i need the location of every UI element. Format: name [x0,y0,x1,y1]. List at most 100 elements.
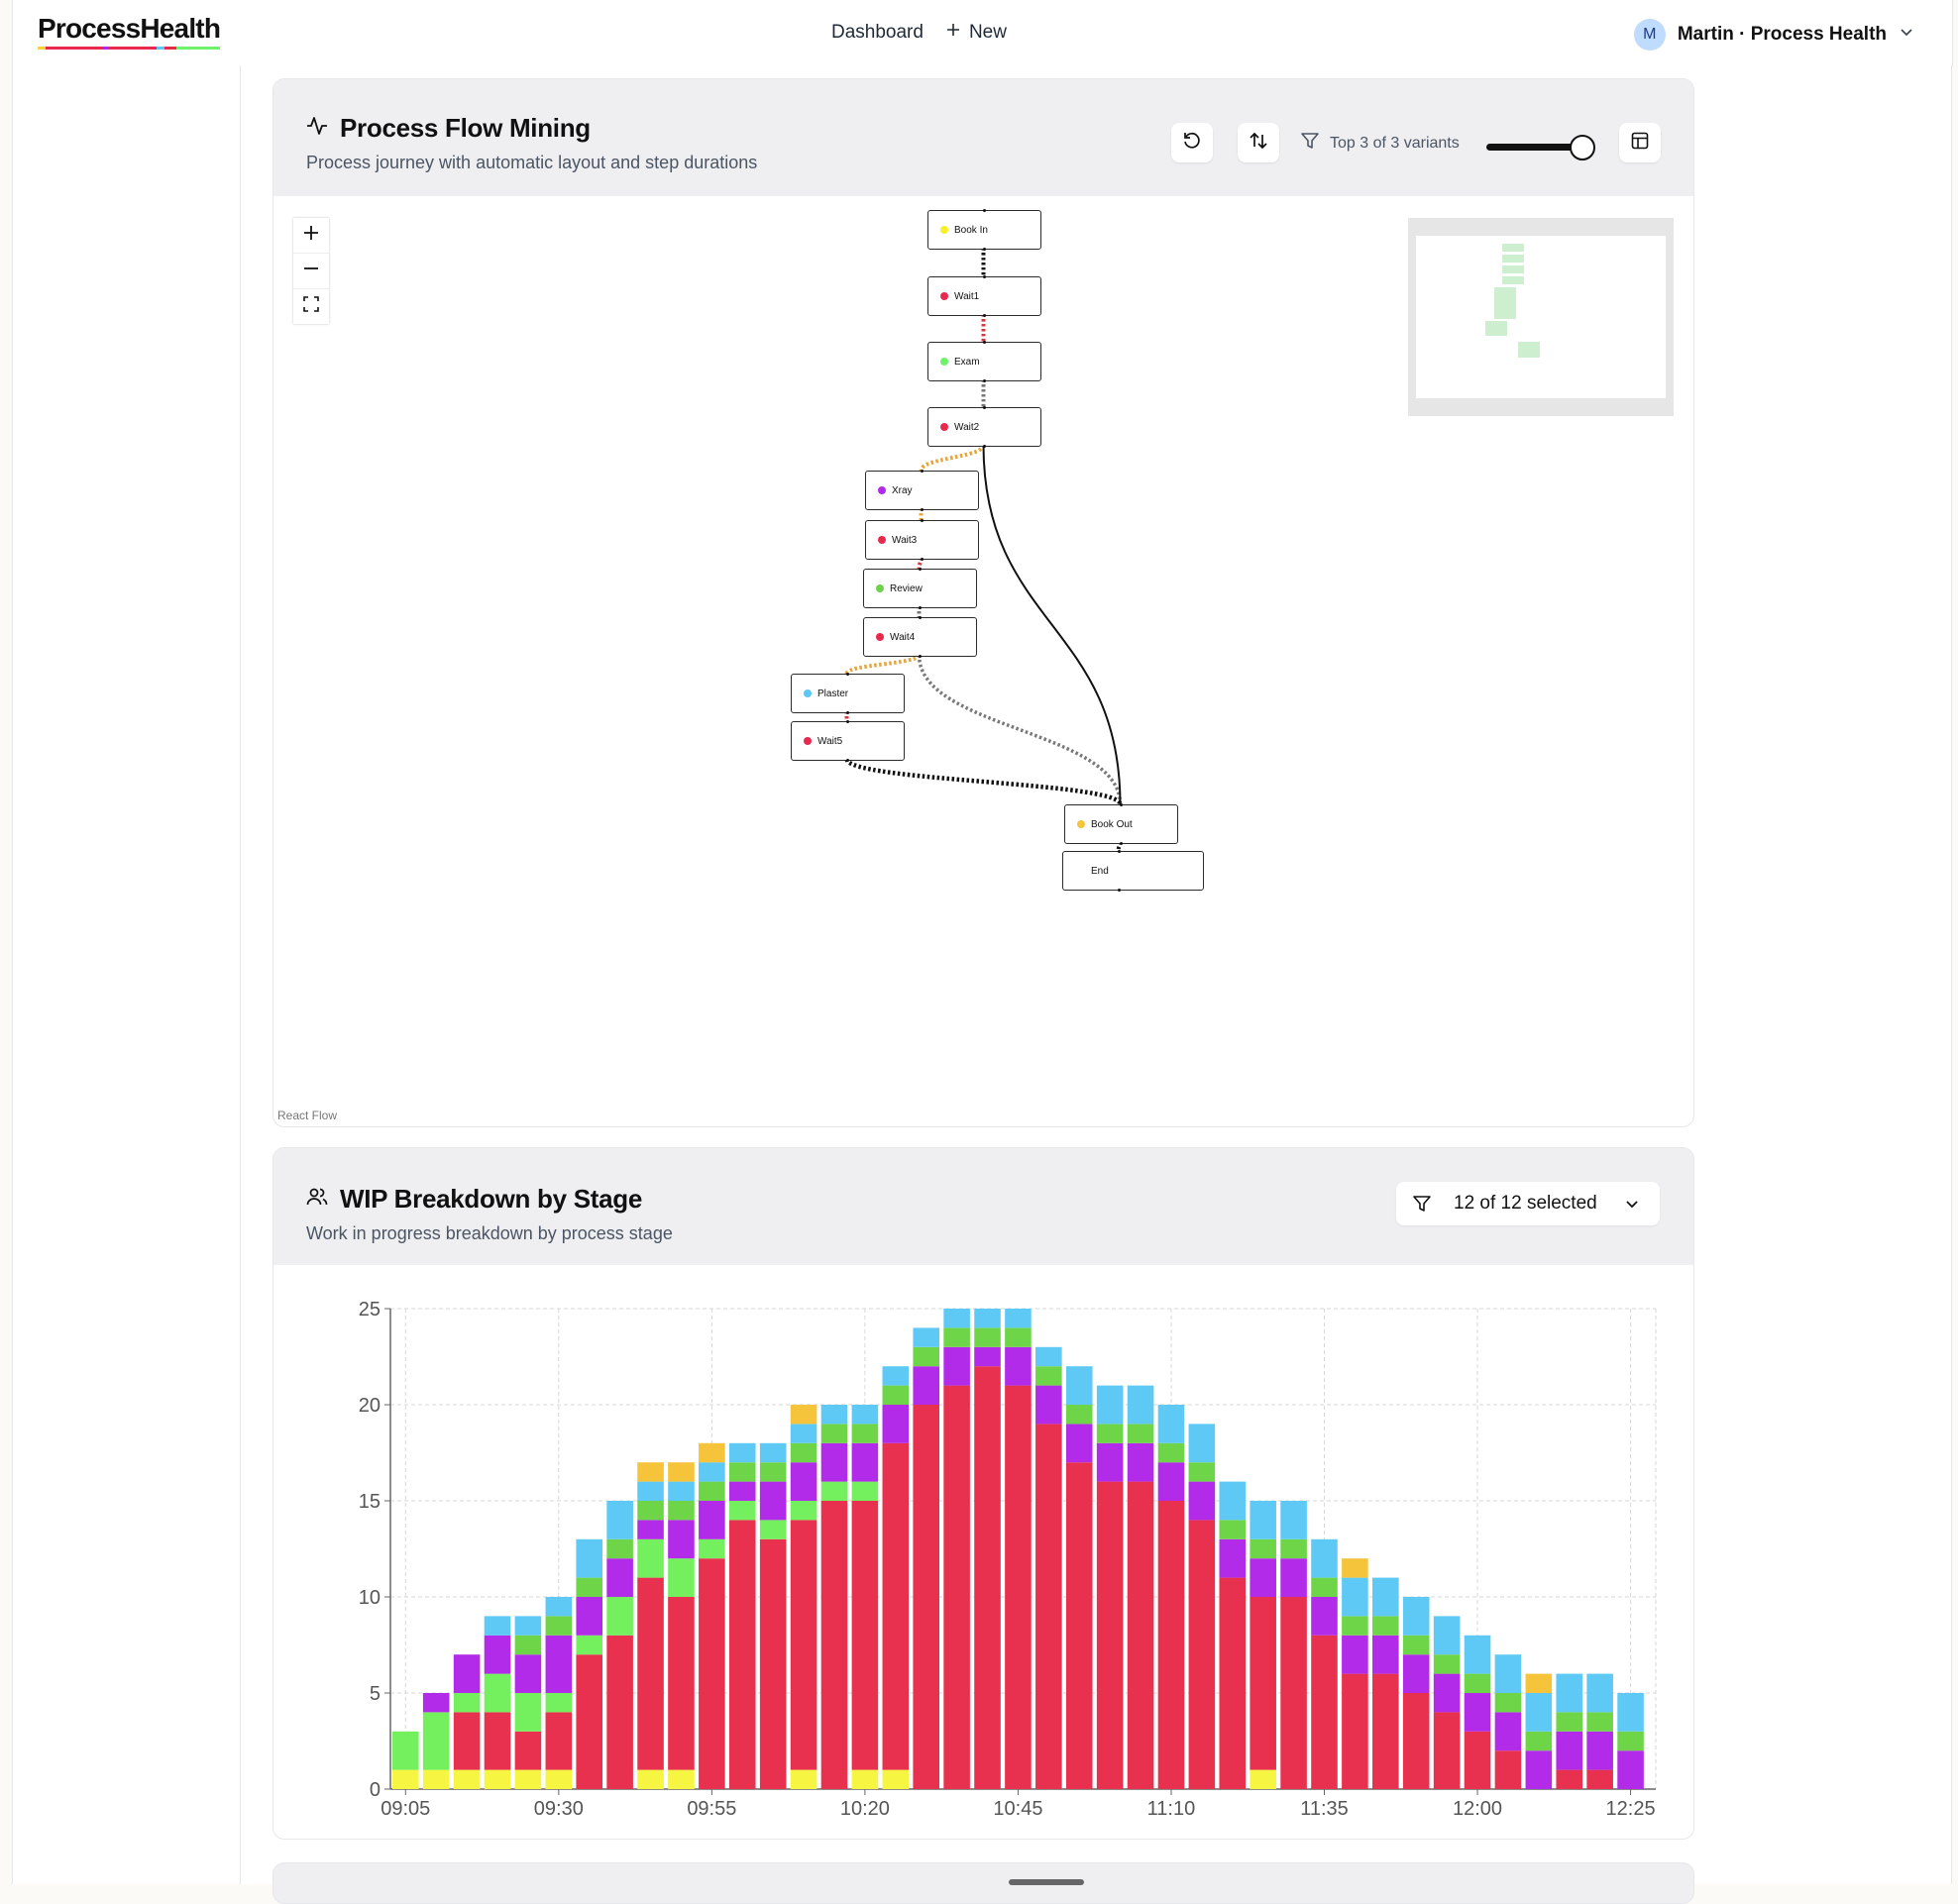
bar-segment [1342,1577,1368,1617]
react-flow-attribution[interactable]: React Flow [277,1109,337,1122]
node-handle-bottom[interactable] [983,314,986,317]
bar-segment [882,1405,910,1443]
bar-segment [668,1597,695,1770]
reset-button[interactable] [1171,123,1213,162]
flow-edge-wait2-bookout[interactable] [982,444,1122,805]
flow-node-wait5[interactable]: Wait5 [791,720,905,762]
scroll-handle[interactable] [1009,1879,1084,1885]
bar-segment [1464,1731,1491,1789]
flow-node-wait1[interactable]: Wait1 [927,275,1041,317]
bar-segment [422,1693,450,1713]
bar-segment [1525,1750,1553,1789]
x-tick-label: 12:00 [1453,1798,1502,1820]
bar-segment [820,1501,848,1789]
stage-filter-select[interactable]: 12 of 12 selected [1396,1182,1660,1225]
node-handle-top[interactable] [919,568,922,571]
bar-segment [913,1366,939,1405]
sort-button[interactable] [1238,123,1279,162]
process-flow-title: Process Flow Mining [306,113,591,144]
bar-segment [820,1424,848,1443]
minimap[interactable] [1408,218,1674,416]
variant-slider-thumb[interactable] [1570,135,1595,160]
flow-node-bookin[interactable]: Book In [927,209,1041,251]
flow-node-review[interactable]: Review [863,568,977,609]
logo-underline [38,47,220,50]
node-handle-top[interactable] [846,673,849,676]
user-label: Martin · Process Health [1677,24,1887,45]
flow-edge-wait2-xray[interactable] [919,444,986,472]
flow-canvas[interactable]: Book In Wait1 Exam Wait2 Xray Wait3 Review Wait… [273,196,1693,1126]
bar-segment [1311,1577,1338,1597]
flow-node-wait3[interactable]: Wait3 [865,519,979,561]
node-handle-bottom[interactable] [919,606,922,609]
bar-segment [1617,1731,1644,1751]
bar-segment [882,1385,910,1405]
bar-segment [699,1481,725,1501]
bar-segment [1372,1577,1399,1617]
node-handle-top[interactable] [1120,803,1123,806]
x-tick-label: 09:55 [687,1798,736,1820]
flow-node-bookout[interactable]: Book Out [1064,803,1178,845]
node-handle-bottom[interactable] [921,508,924,511]
flow-node-wait4[interactable]: Wait4 [863,616,977,658]
bar-segment [668,1462,695,1482]
node-handle-top[interactable] [921,470,924,473]
flow-edge-wait4-bookout[interactable] [917,654,1123,805]
bar-segment [851,1442,879,1482]
flow-edge-wait5-bookout[interactable] [844,757,1123,806]
bar-segment [974,1346,1001,1367]
nav-dashboard[interactable]: Dashboard [831,22,924,44]
flow-node-end[interactable]: End [1062,850,1204,892]
variant-slider[interactable] [1486,133,1595,162]
bar-segment [1311,1538,1338,1578]
flow-node-exam[interactable]: Exam [927,341,1041,382]
node-handle-bottom[interactable] [919,655,922,658]
node-handle-top[interactable] [983,406,986,409]
wip-title-text: WIP Breakdown by Stage [340,1184,642,1214]
node-handle-top[interactable] [1118,850,1121,853]
node-handle-top[interactable] [919,616,922,619]
variant-filter: Top 3 of 3 variants [1300,131,1460,156]
layout-button[interactable] [1619,123,1661,162]
bar-segment [1005,1346,1032,1386]
flow-node-label: Review [890,582,923,594]
node-handle-bottom[interactable] [846,711,849,714]
node-handle-top[interactable] [983,209,986,212]
node-handle-top[interactable] [846,720,849,723]
user-menu[interactable]: M Martin · Process Health [1633,19,1914,51]
node-handle-bottom[interactable] [846,759,849,762]
minimap-node [1501,265,1524,274]
x-tick-label: 12:25 [1606,1798,1656,1820]
bar-segment [1250,1597,1276,1770]
node-handle-top[interactable] [983,341,986,344]
bar-segment [728,1462,756,1482]
next-card-header [272,1862,1694,1904]
flow-node-xray[interactable]: Xray [865,470,979,511]
bar-segment [545,1712,573,1770]
bar-segment [1250,1538,1276,1559]
bar-segment [1556,1731,1583,1770]
node-handle-bottom[interactable] [983,445,986,448]
node-handle-bottom[interactable] [983,379,986,382]
flow-node-plaster[interactable]: Plaster [791,673,905,714]
nav-new-label: New [968,22,1007,43]
plus-icon [945,22,961,44]
panel-icon [1630,131,1650,156]
bar-segment [576,1635,603,1655]
node-handle-top[interactable] [921,519,924,522]
bar-segment [790,1442,817,1463]
node-handle-bottom[interactable] [983,248,986,251]
node-handle-bottom[interactable] [921,558,924,561]
node-handle-bottom[interactable] [1118,889,1121,892]
flow-node-wait2[interactable]: Wait2 [927,406,1041,448]
bar-segment [943,1346,970,1386]
node-handle-top[interactable] [983,275,986,278]
node-handle-bottom[interactable] [1120,842,1123,845]
app-logo[interactable]: ProcessHealth [38,14,221,50]
nav-new[interactable]: New [945,22,1007,44]
x-tick-label: 09:30 [534,1798,584,1820]
bar-segment [1556,1769,1583,1789]
flow-edge-wait4-plaster[interactable] [844,653,922,676]
nav-dashboard-label: Dashboard [831,22,924,43]
bar-segment [1280,1501,1307,1539]
